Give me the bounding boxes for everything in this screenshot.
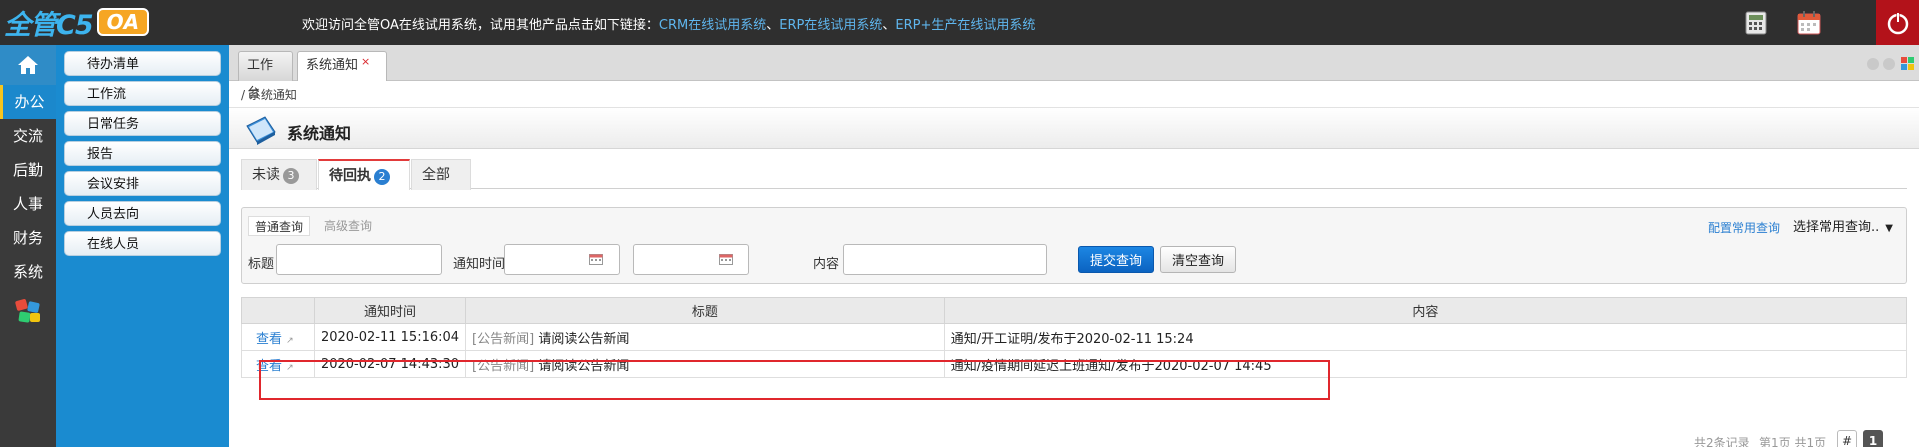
view-link-label: 查看 bbox=[256, 358, 283, 374]
main-content: 工作台 系统通知 × / 系统通知 系统通知 未读 3 待回执 2 全部 普通查询 高… bbox=[229, 45, 1919, 447]
nav-item-communication[interactable]: 交流 bbox=[0, 119, 56, 153]
status-tabs: 未读 3 待回执 2 全部 bbox=[241, 159, 1907, 190]
submenu-item-meeting[interactable]: 会议安排 bbox=[64, 171, 221, 196]
title-filter-label: 标题 bbox=[248, 257, 275, 272]
view-link-label: 查看 bbox=[256, 331, 283, 347]
welcome-message: 欢迎访问全管OA在线试用系统，试用其他产品点击如下链接：CRM在线试用系统、ER… bbox=[302, 14, 1035, 33]
submenu-item-workflow[interactable]: 工作流 bbox=[64, 81, 221, 106]
search-panel: 普通查询 高级查询 配置常用查询 选择常用查询..▼ 标题 通知时间 - 内容 … bbox=[241, 207, 1907, 284]
content-filter-label: 内容 bbox=[813, 257, 840, 272]
logout-button[interactable] bbox=[1876, 0, 1919, 45]
submenu-item-todo[interactable]: 待办清单 bbox=[64, 51, 221, 76]
external-link-icon: ↗ bbox=[286, 335, 294, 346]
calendar-icon[interactable] bbox=[1796, 11, 1822, 35]
apps-button[interactable] bbox=[0, 289, 56, 333]
title-filter-input[interactable] bbox=[276, 244, 442, 275]
tab-unread[interactable]: 未读 3 bbox=[241, 159, 317, 190]
link-separator: 、 bbox=[882, 18, 896, 33]
home-button[interactable] bbox=[0, 45, 56, 85]
tab-advanced-search[interactable]: 高级查询 bbox=[318, 216, 378, 236]
page-title: 系统通知 bbox=[287, 124, 352, 143]
view-link[interactable]: 查看 ↗ bbox=[241, 350, 315, 378]
row-title: [公告新闻] 请阅读公告新闻 bbox=[465, 323, 945, 351]
welcome-text: 欢迎访问全管OA在线试用系统，试用其他产品点击如下链接： bbox=[302, 18, 659, 33]
apps-icon bbox=[15, 299, 40, 323]
submenu-item-online-users[interactable]: 在线人员 bbox=[64, 231, 221, 256]
submenu-item-report[interactable]: 报告 bbox=[64, 141, 221, 166]
saved-query-select[interactable]: 选择常用查询.. ▼ bbox=[1793, 216, 1893, 235]
tab-pending-receipt-label: 待回执 bbox=[329, 168, 371, 184]
tab-system-notice-label: 系统通知 bbox=[306, 58, 359, 73]
tab-basic-search[interactable]: 普通查询 bbox=[248, 216, 311, 236]
column-header-content[interactable]: 内容 bbox=[943, 297, 1908, 324]
row-title: [公告新闻] 请阅读公告新闻 bbox=[465, 350, 945, 378]
tab-scroll-right-icon[interactable] bbox=[1883, 58, 1895, 70]
row-time: 2020-02-11 15:16:04 bbox=[313, 323, 467, 351]
submit-query-button[interactable]: 提交查询 bbox=[1078, 246, 1154, 273]
column-header-action bbox=[241, 297, 315, 324]
table-row[interactable]: 查看 ↗ 2020-02-11 15:16:04 [公告新闻] 请阅读公告新闻 … bbox=[241, 323, 1908, 351]
tab-pending-receipt[interactable]: 待回执 2 bbox=[318, 159, 410, 190]
link-separator: 、 bbox=[766, 18, 780, 33]
submenu-item-daily-task[interactable]: 日常任务 bbox=[64, 111, 221, 136]
nav-item-office[interactable]: 办公 bbox=[0, 85, 56, 119]
pager-total: 共2条记录 bbox=[1694, 436, 1750, 447]
pager-jump-button[interactable]: # bbox=[1837, 430, 1857, 447]
row-category: [公告新闻] bbox=[472, 358, 535, 374]
power-icon bbox=[1887, 11, 1908, 34]
pending-count-badge: 2 bbox=[374, 169, 390, 185]
dropdown-arrow-icon: ▼ bbox=[1885, 223, 1893, 234]
home-icon bbox=[18, 56, 38, 74]
crm-trial-link[interactable]: CRM在线试用系统 bbox=[659, 18, 766, 33]
row-content: 通知/疫情期间延迟上班通知/发布于2020-02-07 14:45 bbox=[943, 350, 1908, 378]
erp-trial-link[interactable]: ERP在线试用系统 bbox=[779, 18, 882, 33]
table-row[interactable]: 查看 ↗ 2020-02-07 14:43:30 [公告新闻] 请阅读公告新闻 … bbox=[241, 350, 1908, 378]
pager-current-page[interactable]: 1 bbox=[1863, 430, 1883, 447]
erp-production-trial-link[interactable]: ERP+生产在线试用系统 bbox=[895, 18, 1035, 33]
tab-system-notice[interactable]: 系统通知 × bbox=[297, 51, 387, 81]
column-header-time[interactable]: 通知时间 bbox=[313, 297, 467, 324]
nav-item-system[interactable]: 系统 bbox=[0, 255, 56, 289]
page-header: 系统通知 bbox=[229, 107, 1919, 149]
date-picker-icon[interactable] bbox=[719, 254, 733, 265]
breadcrumb: / 系统通知 bbox=[241, 88, 297, 102]
calculator-icon[interactable] bbox=[1743, 11, 1769, 35]
tab-unread-label: 未读 bbox=[252, 167, 280, 183]
date-picker-icon[interactable] bbox=[589, 254, 603, 265]
app-logo[interactable]: 全管C5 OA bbox=[4, 7, 150, 41]
nav-item-hr[interactable]: 人事 bbox=[0, 187, 56, 221]
row-content: 通知/开工证明/发布于2020-02-11 15:24 bbox=[943, 323, 1908, 351]
row-time: 2020-02-07 14:43:30 bbox=[313, 350, 467, 378]
top-bar: 全管C5 OA 欢迎访问全管OA在线试用系统，试用其他产品点击如下链接：CRM在… bbox=[0, 0, 1919, 45]
row-title-text: 请阅读公告新闻 bbox=[538, 331, 630, 347]
tab-scroll-left-icon[interactable] bbox=[1867, 58, 1879, 70]
external-link-icon: ↗ bbox=[286, 362, 294, 373]
notice-book-icon bbox=[246, 116, 276, 145]
nav-item-logistics[interactable]: 后勤 bbox=[0, 153, 56, 187]
unread-count-badge: 3 bbox=[283, 168, 299, 184]
nav-item-finance[interactable]: 财务 bbox=[0, 221, 56, 255]
row-title-text: 请阅读公告新闻 bbox=[538, 358, 630, 374]
logo-oa-badge: OA bbox=[96, 8, 150, 36]
saved-query-value: 选择常用查询.. bbox=[1793, 220, 1880, 235]
table-header-row: 通知时间 标题 内容 bbox=[241, 297, 1908, 324]
notice-table: 通知时间 标题 内容 查看 ↗ 2020-02-11 15:16:04 [公告新… bbox=[241, 297, 1908, 378]
view-link[interactable]: 查看 ↗ bbox=[241, 323, 315, 351]
logo-main-text: 全管C5 bbox=[4, 9, 94, 41]
tab-workbench[interactable]: 工作台 bbox=[238, 51, 293, 101]
tab-all[interactable]: 全部 bbox=[411, 159, 471, 190]
time-filter-label: 通知时间 bbox=[453, 257, 506, 272]
tab-menu-icon[interactable] bbox=[1901, 57, 1914, 70]
content-filter-input[interactable] bbox=[843, 244, 1047, 275]
left-nav: 办公 交流 后勤 人事 财务 系统 bbox=[0, 45, 56, 447]
clear-query-button[interactable]: 清空查询 bbox=[1160, 246, 1236, 273]
row-category: [公告新闻] bbox=[472, 331, 535, 347]
column-header-title[interactable]: 标题 bbox=[465, 297, 945, 324]
close-icon[interactable]: × bbox=[361, 55, 370, 68]
submenu-item-whereabouts[interactable]: 人员去向 bbox=[64, 201, 221, 226]
office-submenu: 待办清单 工作流 日常任务 报告 会议安排 人员去向 在线人员 bbox=[56, 45, 229, 447]
tab-bar: 工作台 系统通知 × bbox=[229, 45, 1919, 101]
config-query-link[interactable]: 配置常用查询 bbox=[1708, 219, 1780, 236]
pager-pages: 第1页 共1页 bbox=[1759, 436, 1827, 447]
